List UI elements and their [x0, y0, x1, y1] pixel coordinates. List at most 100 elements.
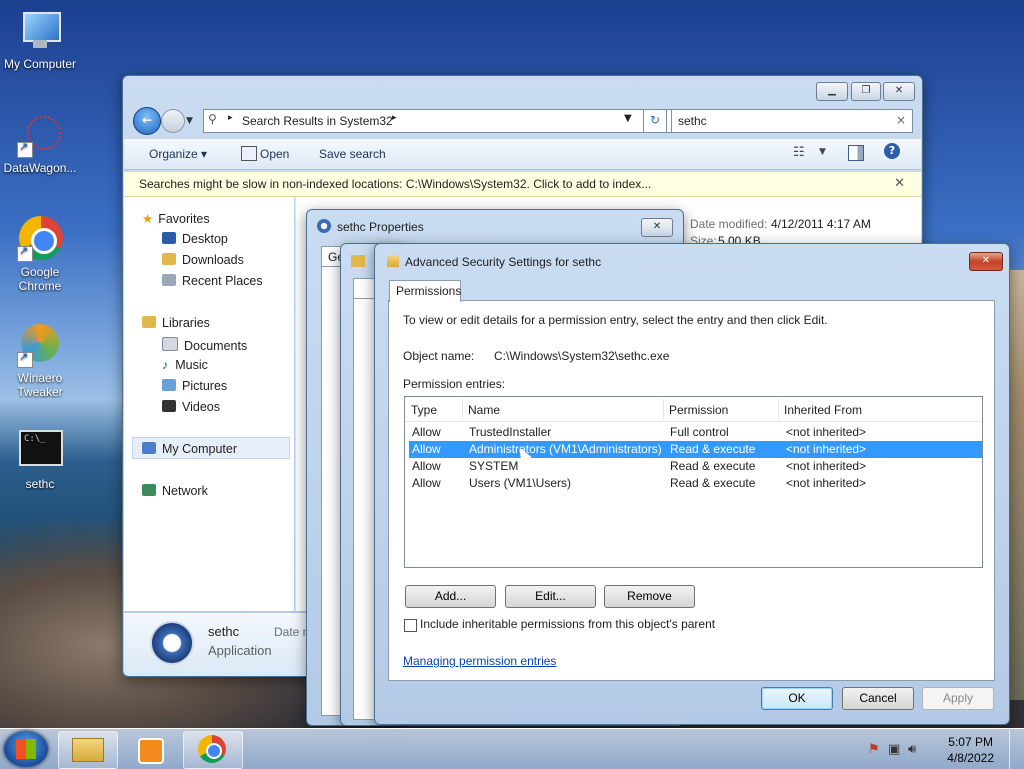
forward-button[interactable] [161, 109, 185, 133]
volume-icon[interactable]: 🔊︎ [908, 742, 924, 757]
nav-my-computer[interactable]: My Computer [142, 442, 237, 456]
view-options-chevron-icon[interactable]: ▼ [819, 147, 826, 157]
taskbar-media-player-button[interactable] [120, 731, 180, 769]
column-header-inherited-from[interactable]: Inherited From [784, 403, 862, 417]
details-file-name: sethc [208, 624, 240, 639]
start-button[interactable] [4, 731, 48, 767]
desktop-icon-datawagon[interactable]: DataWagon... [0, 112, 80, 175]
table-row[interactable]: Allow SYSTEM Read & execute <not inherit… [406, 458, 981, 475]
downloads-folder-icon [162, 253, 176, 265]
organize-menu[interactable]: Organize ▾ [149, 147, 207, 161]
remove-button[interactable]: Remove [604, 585, 695, 608]
nav-recent-places[interactable]: Recent Places [162, 274, 263, 288]
inherit-permissions-checkbox[interactable] [404, 619, 417, 632]
taskbar-explorer-button[interactable] [58, 731, 118, 769]
close-button[interactable]: ✕ [641, 218, 673, 237]
desktop-icon-label: DataWagon... [3, 161, 77, 175]
nav-libraries[interactable]: Libraries [142, 316, 210, 330]
folder-icon [72, 738, 104, 762]
table-row[interactable]: Allow TrustedInstaller Full control <not… [406, 424, 981, 441]
search-input[interactable]: sethc [678, 114, 707, 128]
accessibility-app-icon [317, 219, 331, 233]
close-infobar-icon[interactable]: ✕ [894, 175, 905, 191]
computer-icon [17, 8, 63, 54]
pictures-icon [162, 379, 176, 391]
column-header-permission[interactable]: Permission [669, 403, 728, 417]
breadcrumb-chevron-icon: ▸ [228, 113, 233, 123]
system-tray: ⚑ ▣ 🔊︎ 5:07 PM 4/8/2022 [856, 729, 1024, 769]
media-player-icon [138, 738, 164, 764]
tab-permissions[interactable]: Permissions [389, 280, 461, 302]
minimize-button[interactable]: ▁ [816, 82, 848, 101]
clock[interactable]: 5:07 PM 4/8/2022 [947, 734, 994, 766]
recent-pages-chevron-icon[interactable]: ▼ [186, 116, 193, 126]
back-button[interactable]: ← [133, 107, 161, 135]
close-button[interactable]: ✕ [969, 252, 1003, 271]
save-search-button[interactable]: Save search [319, 147, 386, 161]
row-type: Allow [412, 442, 441, 456]
nav-favorites[interactable]: ★ Favorites [142, 211, 210, 226]
taskbar: ⚑ ▣ 🔊︎ 5:07 PM 4/8/2022 [0, 728, 1024, 769]
desktop-icon-sethc[interactable]: C:\_ sethc [0, 428, 80, 491]
table-row-selected[interactable]: Allow Administrators (VM1\Administrators… [409, 441, 982, 458]
cancel-button[interactable]: Cancel [842, 687, 914, 710]
address-dropdown-icon[interactable]: ▼ [624, 113, 632, 124]
row-inherited: <not inherited> [786, 425, 867, 439]
row-permission: Read & execute [670, 442, 756, 456]
row-name: SYSTEM [469, 459, 519, 473]
nav-videos[interactable]: Videos [162, 400, 220, 414]
nav-music[interactable]: ♪ Music [162, 358, 208, 372]
command-bar: Organize ▾ Open Save search ☷ ▼ ? [124, 139, 921, 170]
nav-desktop[interactable]: Desktop [162, 232, 228, 246]
instruction-text: To view or edit details for a permission… [403, 313, 828, 327]
table-header: Type Name Permission Inherited From [405, 397, 982, 422]
index-warning-bar[interactable]: Searches might be slow in non-indexed lo… [124, 172, 921, 197]
refresh-button[interactable]: ↻ [643, 109, 667, 133]
clock-time: 5:07 PM [948, 735, 993, 749]
row-permission: Read & execute [670, 476, 756, 490]
column-header-type[interactable]: Type [411, 403, 437, 417]
nav-documents[interactable]: Documents [162, 337, 247, 353]
desktop-icon-winaero-tweaker[interactable]: Winaero Tweaker [0, 322, 80, 399]
open-icon [241, 146, 257, 161]
action-center-flag-icon[interactable]: ⚑ [868, 742, 884, 757]
managing-permissions-link[interactable]: Managing permission entries [403, 654, 556, 668]
search-box[interactable]: sethc × [671, 109, 913, 133]
open-button[interactable]: Open [260, 147, 289, 161]
close-button[interactable]: ✕ [883, 82, 915, 101]
table-row[interactable]: Allow Users (VM1\Users) Read & execute <… [406, 475, 981, 492]
ok-button[interactable]: OK [761, 687, 833, 710]
permissions-panel: To view or edit details for a permission… [388, 300, 995, 681]
network-icon[interactable]: ▣ [888, 742, 904, 757]
videos-icon [162, 400, 176, 412]
clear-search-icon[interactable]: × [896, 113, 906, 127]
nav-pictures[interactable]: Pictures [162, 379, 227, 393]
desktop-icon-my-computer[interactable]: My Computer [0, 8, 80, 71]
edit-button[interactable]: Edit... [505, 585, 596, 608]
preview-pane-icon[interactable] [848, 145, 864, 161]
taskbar-chrome-button[interactable] [183, 731, 243, 769]
nav-downloads[interactable]: Downloads [162, 253, 244, 267]
change-view-icon[interactable]: ☷ [793, 145, 805, 160]
music-icon: ♪ [162, 358, 169, 372]
help-icon[interactable]: ? [884, 143, 900, 159]
nav-network[interactable]: Network [142, 484, 208, 498]
index-warning-text[interactable]: Searches might be slow in non-indexed lo… [139, 177, 651, 191]
star-icon: ★ [142, 212, 154, 226]
desktop-icon-google-chrome[interactable]: Google Chrome [0, 216, 80, 293]
maximize-button[interactable]: ❐ [851, 82, 881, 101]
details-file-type: Application [208, 643, 272, 658]
object-name-value: C:\Windows\System32\sethc.exe [494, 349, 670, 363]
date-modified-value: 4/12/2011 4:17 AM [771, 217, 871, 231]
clock-date: 4/8/2022 [947, 751, 994, 765]
folder-icon [351, 255, 365, 267]
apply-button[interactable]: Apply [922, 687, 994, 710]
shortcut-arrow-icon [17, 140, 33, 158]
add-button[interactable]: Add... [405, 585, 496, 608]
row-name: Users (VM1\Users) [469, 476, 572, 490]
show-desktop-button[interactable] [1009, 729, 1024, 769]
chrome-icon [17, 216, 63, 262]
recent-places-icon [162, 274, 176, 286]
column-header-name[interactable]: Name [468, 403, 500, 417]
permission-entries-label: Permission entries: [403, 377, 506, 391]
